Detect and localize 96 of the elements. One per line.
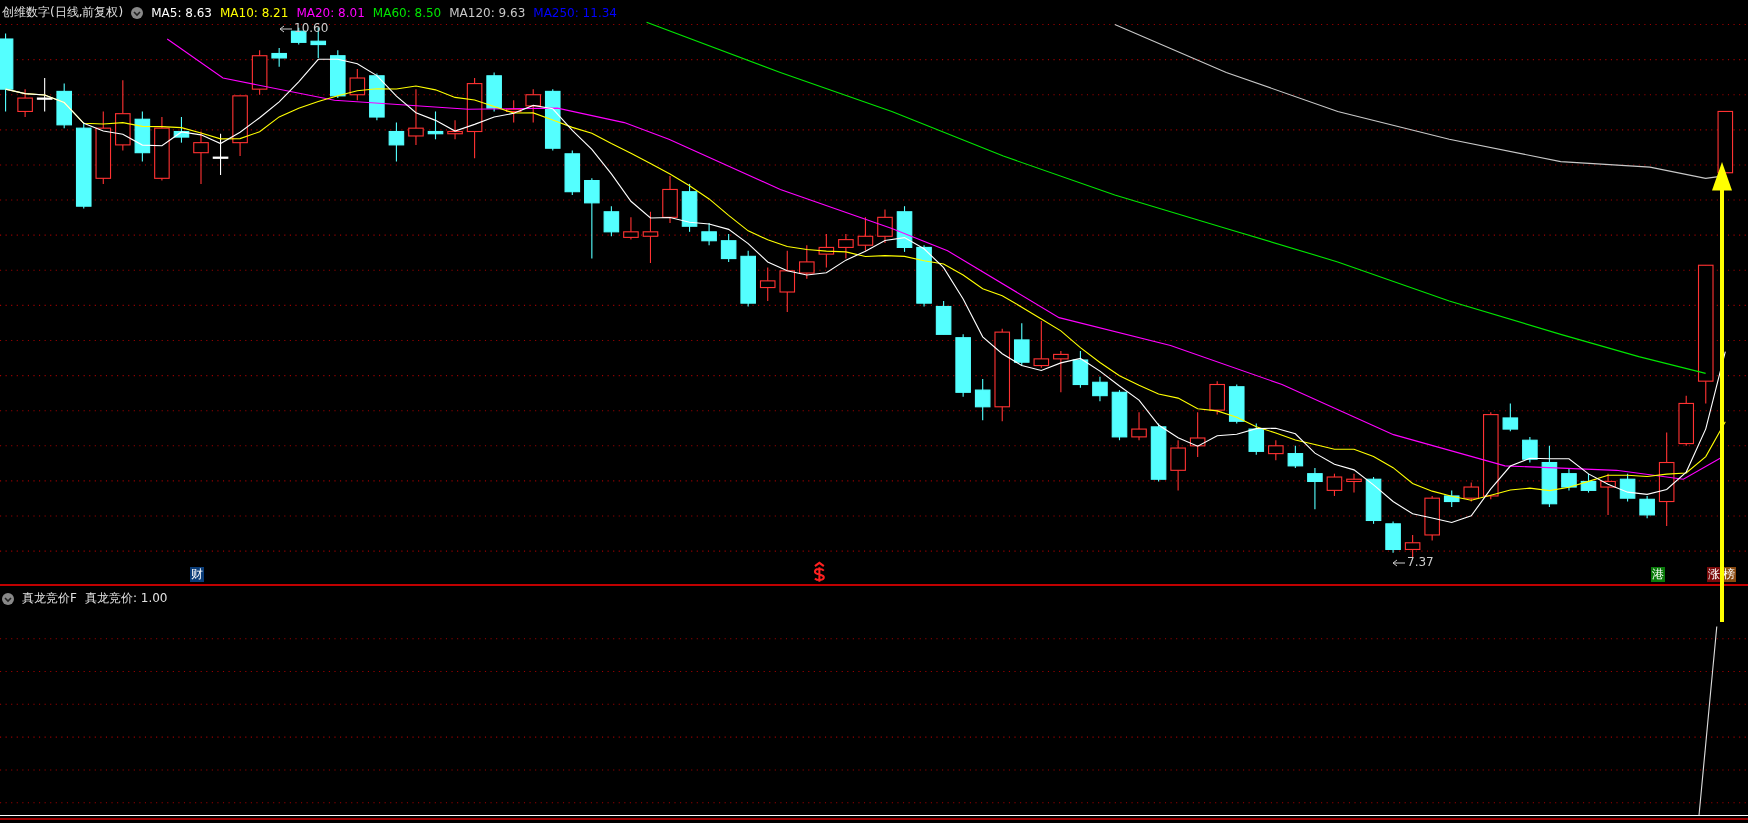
indicator-value: MA120: 9.63 [449, 5, 526, 20]
candlestick [525, 88, 541, 124]
candlestick [408, 88, 424, 146]
candlestick [564, 149, 581, 196]
indicator-value: MA250: 11.34 [533, 5, 617, 20]
candlestick [1541, 445, 1558, 508]
candlestick [115, 79, 131, 151]
candlestick [1033, 320, 1050, 369]
candlestick [1326, 473, 1343, 497]
candlestick [154, 116, 170, 182]
candlestick [447, 119, 463, 140]
candlestick [1502, 402, 1519, 432]
candlestick [251, 49, 268, 96]
candlestick [1248, 422, 1265, 456]
candlestick [681, 183, 698, 233]
candlestick [1346, 473, 1362, 494]
candlestick [505, 99, 522, 124]
candlestick [1463, 482, 1480, 503]
candlestick [1287, 445, 1304, 469]
indicator-value: MA10: 8.21 [219, 5, 289, 20]
pointer-arrow-icon [1393, 559, 1405, 567]
candlestick [56, 83, 72, 129]
candlestick [1619, 473, 1636, 503]
candlestick [1404, 534, 1421, 558]
candlestick [232, 95, 248, 157]
candlestick [857, 216, 874, 252]
candlestick [330, 49, 346, 99]
candlestick [1189, 411, 1206, 458]
low-price-label: 7.37 [1407, 555, 1434, 569]
candlestick [701, 222, 717, 246]
candlestick [1209, 380, 1225, 416]
candlestick [974, 378, 991, 421]
candlestick [1600, 473, 1616, 516]
candlestick [779, 250, 796, 313]
candlestick [623, 216, 639, 241]
event-marker[interactable]: 涨 [1706, 567, 1721, 582]
candlestick [642, 211, 659, 264]
candlestick [799, 244, 815, 280]
candlestick [388, 122, 405, 163]
candlestick [720, 233, 737, 263]
candlestick [1170, 439, 1186, 491]
pointer-arrow-icon [280, 25, 292, 33]
candlestick [1443, 489, 1460, 508]
candlestick [369, 73, 385, 121]
candlestick [1561, 467, 1577, 491]
candlestick [1717, 110, 1734, 176]
candlestick [1307, 467, 1323, 510]
indicator-value: 真龙竞价: 1.00 [84, 590, 168, 607]
candlestick [1053, 350, 1069, 393]
event-marker[interactable]: 港 [1651, 567, 1666, 582]
candlestick [486, 71, 502, 112]
candlestick [1131, 411, 1147, 441]
candlestick [916, 244, 932, 308]
indicator-title: 真龙竞价F [22, 590, 77, 607]
candlestick [1111, 389, 1128, 441]
candlestick [1365, 476, 1382, 525]
candlestick [1639, 495, 1655, 519]
high-price-label: 10.60 [294, 21, 329, 35]
candlestick [193, 130, 209, 185]
candlestick [955, 333, 971, 398]
candlestick [818, 233, 835, 269]
candlestick [1424, 495, 1440, 542]
candlestick [877, 208, 893, 244]
candlestick [1580, 473, 1597, 494]
candlestick [134, 110, 151, 163]
candlestick [349, 68, 366, 101]
candlestick [838, 233, 854, 260]
candlestick [759, 266, 776, 302]
dropdown-icon[interactable] [2, 592, 14, 605]
candlestick [427, 110, 444, 140]
candlestick [17, 88, 33, 118]
candlestick [271, 47, 287, 68]
candlestick [544, 88, 561, 151]
candlestick [36, 77, 53, 112]
candlestick [212, 133, 229, 176]
dropdown-icon[interactable] [131, 6, 144, 19]
candlestick [1385, 521, 1401, 554]
indicator-value: MA60: 8.50 [372, 5, 442, 20]
candlestick [603, 205, 620, 237]
event-marker[interactable]: 财 [190, 567, 205, 582]
indicator-value: MA20: 8.01 [296, 5, 365, 20]
candlestick [1678, 395, 1694, 447]
candlestick [1013, 322, 1030, 367]
candlestick [896, 205, 913, 253]
chart-title: 创维数字(日线,前复权) [2, 4, 124, 21]
candlestick [1228, 383, 1245, 425]
candlestick [1268, 439, 1284, 461]
candlestick [935, 300, 952, 335]
candlestick [173, 116, 190, 144]
indicator-value: MA5: 8.63 [151, 5, 212, 20]
candlestick [662, 175, 678, 224]
dollar-sign-icon [813, 561, 825, 583]
candlestick [1092, 376, 1108, 402]
candlestick [740, 250, 756, 308]
candlestick [1522, 436, 1538, 464]
candlestick [1072, 350, 1089, 389]
